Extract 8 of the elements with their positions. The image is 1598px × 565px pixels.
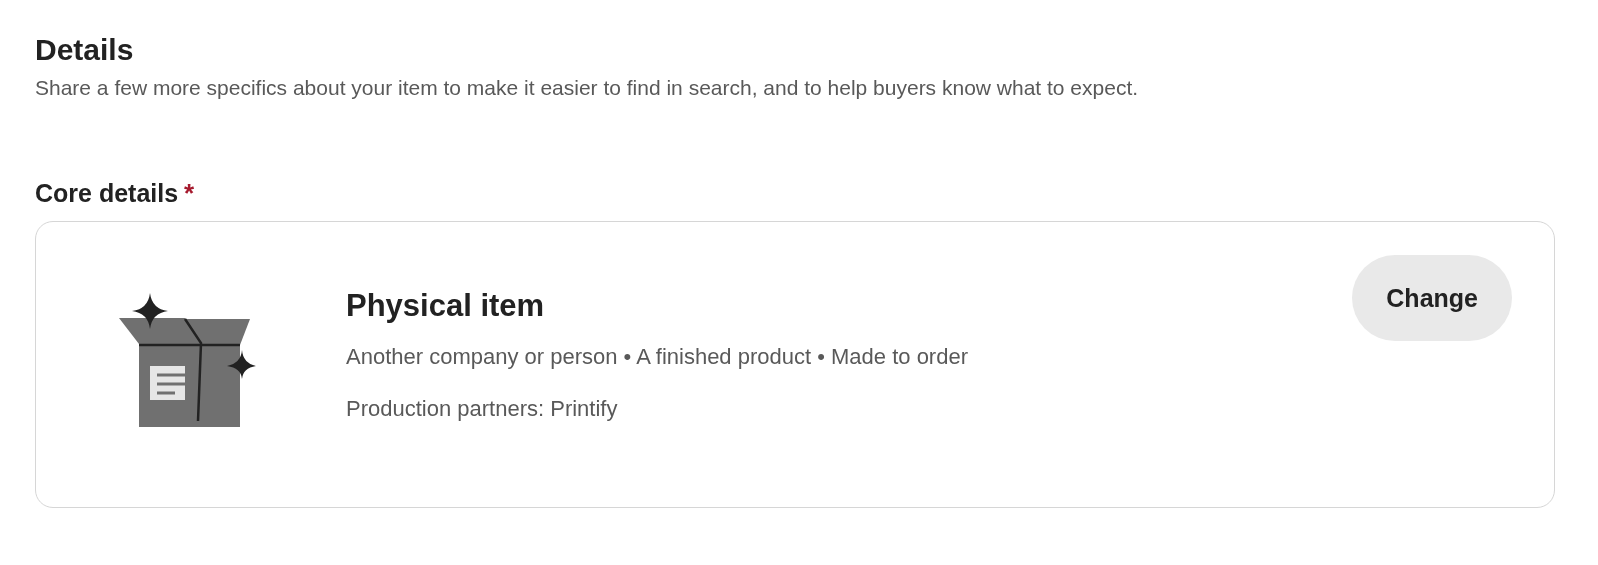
- field-label: Core details: [35, 179, 179, 208]
- item-summary: Another company or person • A finished product • Made to order: [346, 344, 969, 370]
- production-partners: Production partners: Printify: [346, 396, 619, 422]
- required-mark: *: [184, 178, 195, 209]
- section-title: Details: [35, 32, 135, 68]
- section-description: Share a few more specifics about your item to make it easier to find in search, and to help buyers know what to expect.: [35, 75, 1140, 101]
- change-button[interactable]: Change: [1352, 255, 1512, 341]
- item-type-title: Physical item: [346, 288, 546, 324]
